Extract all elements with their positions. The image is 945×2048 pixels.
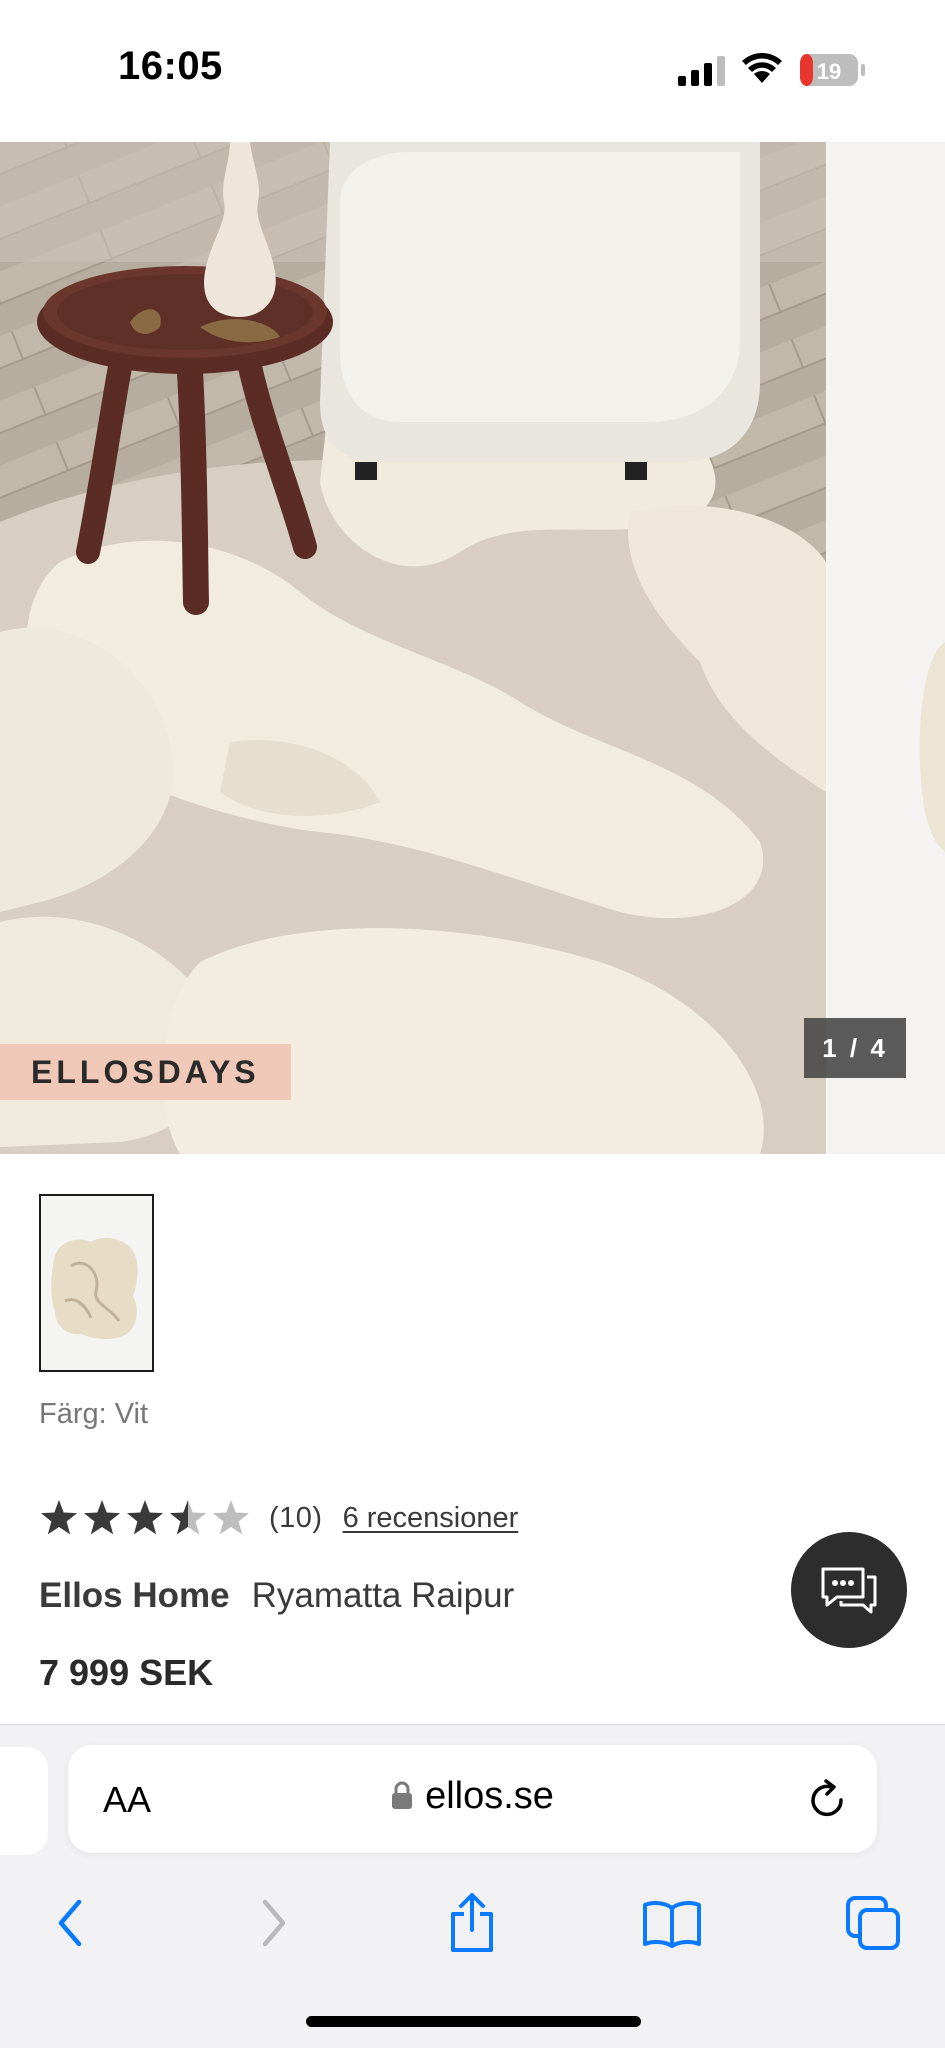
status-time: 16:05 [118, 44, 223, 88]
share-icon [451, 1893, 493, 1952]
star-icon [212, 1500, 250, 1535]
next-photo-preview[interactable] [828, 142, 945, 1154]
product-gallery[interactable]: ELLOSDAYS 1 / 4 [0, 142, 945, 1154]
rating-count: (10) [269, 1501, 323, 1534]
star-rating [40, 1500, 250, 1535]
product-photo[interactable] [0, 142, 826, 1154]
home-indicator [306, 2016, 641, 2027]
tabs-button[interactable] [833, 1883, 913, 1963]
image-counter: 1 / 4 [804, 1018, 906, 1078]
back-button[interactable] [30, 1883, 110, 1963]
status-bar: 16:05 19 [0, 0, 945, 142]
browser-nav-row [0, 1883, 945, 1963]
previous-tab-preview[interactable] [0, 1747, 48, 1855]
star-icon [169, 1500, 207, 1535]
chat-bubbles-icon [821, 1567, 877, 1614]
product-title: Ellos Home Ryamatta Raipur [39, 1576, 514, 1616]
brand-name[interactable]: Ellos Home [39, 1576, 230, 1616]
url-display[interactable]: ellos.se [68, 1775, 877, 1818]
reviews-link[interactable]: 6 recensioner [343, 1502, 519, 1535]
tabs-icon [846, 1896, 900, 1950]
price: 7 999 SEK [39, 1652, 214, 1693]
color-swatch-thumbnail[interactable] [39, 1194, 154, 1372]
wifi-icon [742, 53, 782, 83]
color-label: Färg: Vit [39, 1398, 149, 1430]
signal-bars-icon [678, 56, 725, 86]
chat-button[interactable] [791, 1532, 907, 1648]
chevron-right-icon [262, 1899, 286, 1947]
forward-button[interactable] [234, 1883, 314, 1963]
lock-icon [392, 1781, 413, 1809]
address-bar[interactable]: AA ellos.se [68, 1745, 877, 1853]
url-text: ellos.se [425, 1775, 554, 1817]
star-icon [40, 1500, 78, 1535]
rating-row: (10) 6 recensioner [39, 1496, 518, 1540]
share-button[interactable] [432, 1883, 512, 1963]
promo-badge: ELLOSDAYS [0, 1044, 291, 1100]
product-name: Ryamatta Raipur [251, 1576, 515, 1615]
chevron-left-icon [58, 1899, 82, 1947]
browser-toolbar: AA ellos.se [0, 1724, 945, 2048]
bookmarks-button[interactable] [632, 1883, 712, 1963]
book-icon [643, 1901, 701, 1948]
star-icon [126, 1500, 164, 1535]
star-icon [83, 1500, 121, 1535]
battery-level: 19 [817, 59, 841, 84]
battery-icon: 19 [799, 53, 865, 87]
reload-icon[interactable] [804, 1777, 850, 1823]
